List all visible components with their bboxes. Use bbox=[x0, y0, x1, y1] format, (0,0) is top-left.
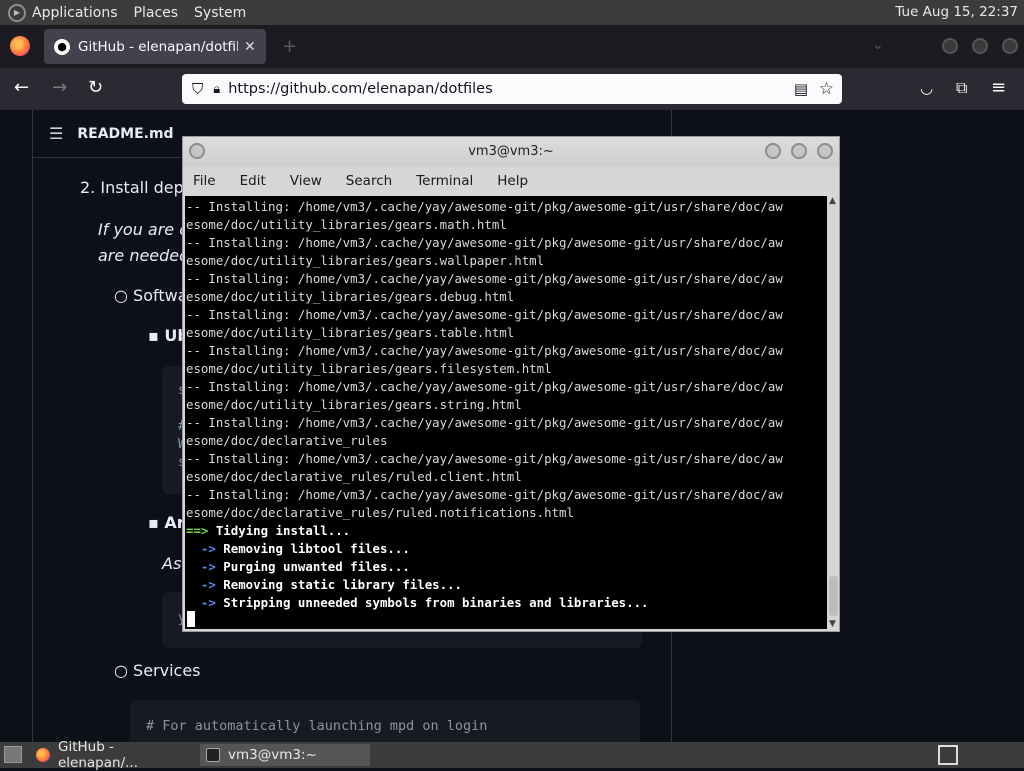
terminal-line: -- Installing: /home/vm3/.cache/yay/awes… bbox=[186, 199, 783, 214]
chevron-down-icon[interactable]: ⌄ bbox=[872, 37, 884, 53]
browser-tabbar: ● GitHub - elenapan/dotfiles: ✕ bbox=[0, 25, 1024, 68]
show-desktop-button[interactable] bbox=[4, 746, 22, 763]
terminal-line: esome/doc/declarative_rules/ruled.notifi… bbox=[186, 505, 574, 520]
bottom-panel: GitHub - elenapan/... vm3@vm3:~ bbox=[0, 739, 1024, 771]
menu-help[interactable]: Help bbox=[497, 173, 528, 189]
terminal-line: -- Installing: /home/vm3/.cache/yay/awes… bbox=[186, 415, 783, 430]
lock-icon[interactable]: 🔒︎ bbox=[213, 82, 220, 97]
scroll-down-arrow-icon[interactable]: ▼ bbox=[829, 619, 836, 629]
maximize-button[interactable] bbox=[972, 38, 988, 54]
menu-system[interactable]: System bbox=[194, 5, 246, 21]
outline-list-icon[interactable]: ☰ bbox=[49, 124, 63, 143]
url-text[interactable]: https://github.com/elenapan/dotfiles bbox=[228, 81, 492, 97]
pocket-icon[interactable]: ◡ bbox=[920, 78, 933, 98]
top-panel: ▶ Applications Places System Tue Aug 15,… bbox=[0, 0, 1024, 25]
terminal-line-step: -> Removing libtool files... bbox=[186, 541, 410, 556]
services-code-block: # For automatically launching mpd on log… bbox=[130, 700, 640, 742]
terminal-line: esome/doc/utility_libraries/gears.table.… bbox=[186, 325, 515, 340]
terminal-line: esome/doc/declarative_rules/ruled.client… bbox=[186, 469, 522, 484]
hamburger-menu-icon[interactable]: ≡ bbox=[991, 78, 1006, 98]
terminal-line: -- Installing: /home/vm3/.cache/yay/awes… bbox=[186, 451, 783, 466]
extensions-icon[interactable]: ⧉ bbox=[956, 78, 967, 98]
tab-title: GitHub - elenapan/dotfiles: bbox=[78, 38, 238, 55]
close-button[interactable] bbox=[817, 143, 833, 159]
terminal-window[interactable]: vm3@vm3:~ File Edit View Search Terminal… bbox=[182, 136, 840, 632]
terminal-line-step: -> Removing static library files... bbox=[186, 577, 463, 592]
menu-search[interactable]: Search bbox=[346, 173, 392, 189]
minimize-button[interactable] bbox=[765, 143, 781, 159]
terminal-line: -- Installing: /home/vm3/.cache/yay/awes… bbox=[186, 343, 783, 358]
terminal-titlebar[interactable]: vm3@vm3:~ bbox=[183, 137, 839, 167]
terminal-line: -- Installing: /home/vm3/.cache/yay/awes… bbox=[186, 235, 783, 250]
menu-edit[interactable]: Edit bbox=[240, 173, 266, 189]
menu-places[interactable]: Places bbox=[134, 5, 179, 21]
distro-logo-icon[interactable]: ▶ bbox=[8, 3, 26, 22]
terminal-line-tidy: ==> Tidying install... bbox=[186, 523, 351, 538]
terminal-icon bbox=[206, 748, 220, 762]
url-bar[interactable]: ⛉ 🔒︎ https://github.com/elenapan/dotfile… bbox=[182, 74, 842, 104]
terminal-line-step: -> Stripping unneeded symbols from binar… bbox=[186, 595, 649, 610]
close-window-button[interactable] bbox=[1002, 38, 1018, 54]
reload-icon[interactable]: ↻ bbox=[88, 78, 103, 98]
terminal-title: vm3@vm3:~ bbox=[468, 144, 554, 159]
terminal-line: -- Installing: /home/vm3/.cache/yay/awes… bbox=[186, 487, 783, 502]
menu-view[interactable]: View bbox=[290, 173, 322, 189]
menu-applications[interactable]: Applications bbox=[32, 5, 118, 21]
terminal-line: esome/doc/utility_libraries/gears.filesy… bbox=[186, 361, 552, 376]
shield-icon[interactable]: ⛉ bbox=[192, 80, 203, 98]
terminal-line: -- Installing: /home/vm3/.cache/yay/awes… bbox=[186, 307, 783, 322]
terminal-line: esome/doc/utility_libraries/gears.wallpa… bbox=[186, 253, 545, 268]
readme-filename: README.md bbox=[77, 125, 174, 142]
maximize-button[interactable] bbox=[791, 143, 807, 159]
terminal-scrollbar[interactable]: ▲ ▼ bbox=[828, 196, 839, 629]
taskbar-label: GitHub - elenapan/... bbox=[57, 739, 138, 771]
new-tab-button[interactable]: + bbox=[282, 36, 297, 57]
tab-close-icon[interactable]: ✕ bbox=[244, 39, 256, 55]
firefox-icon[interactable] bbox=[10, 36, 30, 56]
code-comment: # For automatically launching mpd on log… bbox=[146, 718, 488, 734]
github-icon: ● bbox=[54, 38, 70, 55]
terminal-line: -- Installing: /home/vm3/.cache/yay/awes… bbox=[186, 271, 783, 286]
terminal-menubar: File Edit View Search Terminal Help bbox=[183, 167, 839, 195]
scroll-up-arrow-icon[interactable]: ▲ bbox=[829, 196, 836, 206]
terminal-line: esome/doc/utility_libraries/gears.math.h… bbox=[186, 217, 507, 232]
italic-note-2: are needed. bbox=[98, 246, 195, 265]
terminal-cursor bbox=[187, 611, 195, 627]
scrollbar-thumb[interactable] bbox=[829, 576, 838, 616]
minimize-button[interactable] bbox=[942, 38, 958, 54]
taskbar-item-firefox[interactable]: GitHub - elenapan/... bbox=[30, 739, 198, 771]
reader-view-icon[interactable]: ▤ bbox=[794, 80, 808, 98]
taskbar-item-terminal[interactable]: vm3@vm3:~ bbox=[200, 744, 370, 766]
menu-file[interactable]: File bbox=[193, 173, 216, 189]
terminal-line: -- Installing: /home/vm3/.cache/yay/awes… bbox=[186, 379, 783, 394]
clock[interactable]: Tue Aug 15, 22:37 bbox=[895, 4, 1018, 20]
taskbar-label: vm3@vm3:~ bbox=[228, 747, 317, 763]
bullet-services: ○ Services bbox=[114, 661, 201, 680]
terminal-line-step: -> Purging unwanted files... bbox=[186, 559, 410, 574]
terminal-line: esome/doc/utility_libraries/gears.string… bbox=[186, 397, 522, 412]
bookmark-star-icon[interactable]: ☆ bbox=[819, 79, 834, 99]
menu-terminal[interactable]: Terminal bbox=[416, 173, 473, 189]
terminal-line: esome/doc/declarative_rules bbox=[186, 433, 388, 448]
terminal-line: esome/doc/utility_libraries/gears.debug.… bbox=[186, 289, 515, 304]
workspace-switcher[interactable] bbox=[938, 745, 958, 765]
arch-note: As bbox=[162, 554, 182, 573]
terminal-output[interactable]: -- Installing: /home/vm3/.cache/yay/awes… bbox=[185, 196, 827, 629]
forward-arrow-icon[interactable]: → bbox=[52, 78, 67, 98]
tab-github[interactable]: ● GitHub - elenapan/dotfiles: ✕ bbox=[44, 29, 266, 64]
back-arrow-icon[interactable]: ← bbox=[14, 78, 29, 98]
firefox-icon bbox=[36, 748, 50, 762]
